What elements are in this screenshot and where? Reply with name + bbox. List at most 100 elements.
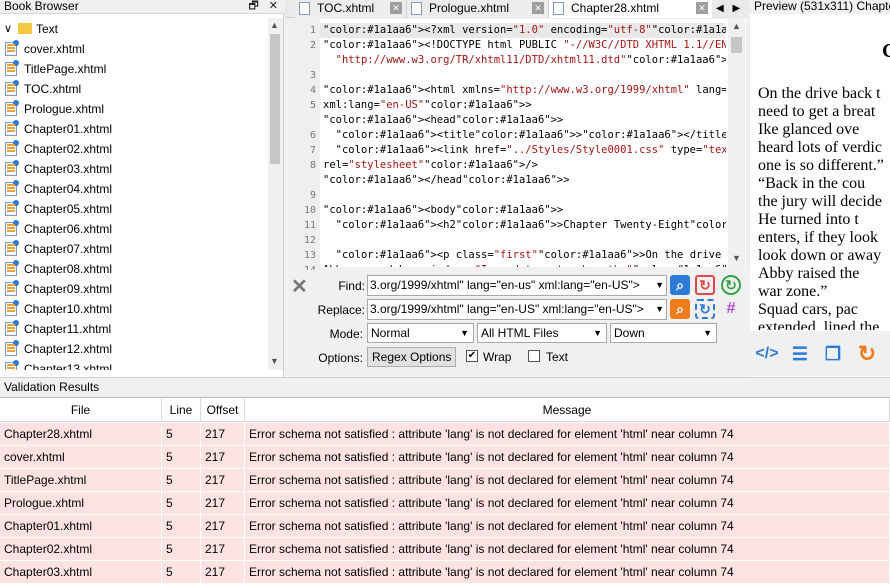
cell-offset: 217 [201,492,245,515]
code-text[interactable]: "color:#1a1aa6"><?xml version="1.0" enco… [294,23,726,267]
code-line[interactable]: rel="stylesheet""color:#1a1aa6">/> [323,158,538,173]
validation-row[interactable]: Chapter28.xhtml 5 217 Error schema not sati… [0,423,890,446]
cell-message: Error schema not satisfied : attribute '… [245,469,890,492]
code-line[interactable]: xml:lang="en-US""color:#1a1aa6">> [323,98,532,113]
tree-file-item[interactable]: Chapter08.xhtml [5,259,112,279]
refresh-icon[interactable]: ↻ [854,341,880,367]
scroll-down-icon[interactable]: ▼ [732,253,741,263]
replace-input[interactable]: 3.org/1999/xhtml" lang="en-US" xml:lang=… [367,299,667,320]
validation-row[interactable]: Chapter01.xhtml 5 217 Error schema not sati… [0,515,890,538]
tab-toc[interactable]: TOC.xhtml ✕ [295,0,407,18]
tree-file-item[interactable]: Chapter13.xhtml [5,359,112,370]
code-line[interactable]: "color:#1a1aa6"><link href="../Styles/St… [323,143,726,158]
tab-next-icon[interactable]: ▶ [732,3,740,14]
tree-file-item[interactable]: Chapter06.xhtml [5,219,112,239]
code-line[interactable]: "color:#1a1aa6"><!DOCTYPE html PUBLIC "-… [323,38,726,53]
code-line[interactable]: Abby opened her window. "I need to get a… [323,263,726,267]
close-find-icon[interactable]: ✕ [291,274,308,299]
mode-value: Normal [371,326,410,340]
close-tab-icon[interactable]: ✕ [532,2,544,14]
preview-text-line: extended, lined the [758,319,880,330]
validation-row[interactable]: cover.xhtml 5 217 Error schema not satisfie… [0,446,890,469]
tree-file-item[interactable]: Prologue.xhtml [5,99,104,119]
code-line[interactable]: "color:#1a1aa6"><p class="first""color:#… [323,248,726,263]
tree-file-item[interactable]: Chapter04.xhtml [5,179,112,199]
replace-current-icon[interactable]: ↻ [695,299,715,319]
scroll-down-icon[interactable]: ▼ [270,356,279,366]
editor-tab-bar: TOC.xhtml ✕ Prologue.xhtml ✕ Chapter28.x… [285,0,749,18]
text-checkbox[interactable] [528,350,540,362]
code-line[interactable]: "color:#1a1aa6"><head"color:#1a1aa6">> [323,113,563,128]
tree-file-item[interactable]: Chapter10.xhtml [5,299,112,319]
code-line[interactable]: "color:#1a1aa6"></head"color:#1a1aa6">> [323,173,570,188]
chevron-down-icon[interactable]: ▼ [655,300,664,319]
xhtml-file-icon [5,40,19,56]
column-header-file[interactable]: File [0,398,162,422]
tree-file-item[interactable]: Chapter02.xhtml [5,139,112,159]
count-icon[interactable]: ⌕ [670,299,690,319]
chevron-down-icon[interactable]: ▼ [655,276,664,295]
code-line[interactable]: "color:#1a1aa6"><?xml version="1.0" enco… [323,23,726,38]
column-header-offset[interactable]: Offset [201,398,245,422]
xhtml-file-icon [5,320,19,336]
cell-file: cover.xhtml [0,446,162,469]
tree-file-item[interactable]: Chapter01.xhtml [5,119,112,139]
validation-row[interactable]: Prologue.xhtml 5 217 Error schema not satis… [0,492,890,515]
close-tab-icon[interactable]: ✕ [696,2,708,14]
scroll-up-icon[interactable]: ▲ [732,21,741,31]
preview-text-line: On the drive back t [758,85,881,102]
replace-input-value: 3.org/1999/xhtml" lang="en-US" xml:lang=… [370,302,644,316]
preview-content[interactable]: C On the drive back t need to get a breat… [750,14,890,330]
preview-text-line: Ike glanced ove [758,121,860,138]
scroll-up-icon[interactable]: ▲ [270,20,279,30]
tree-file-item[interactable]: Chapter12.xhtml [5,339,112,359]
chevron-down-icon[interactable]: ∨ [4,19,12,39]
code-view-icon[interactable]: </> [754,341,780,367]
mode-select[interactable]: Normal ▼ [367,323,474,343]
close-tab-icon[interactable]: ✕ [390,2,402,14]
scope-select[interactable]: All HTML Files ▼ [477,323,607,343]
validation-row[interactable]: TitlePage.xhtml 5 217 Error schema not sati… [0,469,890,492]
inspect-icon[interactable]: ☰ [787,341,813,367]
cell-file: Prologue.xhtml [0,492,162,515]
close-panel-icon[interactable]: ✕ [269,0,278,12]
direction-select[interactable]: Down ▼ [610,323,717,343]
code-line[interactable]: "color:#1a1aa6"><title"color:#1a1aa6">>"… [323,128,726,143]
replace-all-icon[interactable]: ↻ [721,275,741,295]
column-header-message[interactable]: Message [245,398,890,422]
float-panel-icon[interactable]: 🗗 [248,0,258,12]
copy-icon[interactable]: ❐ [820,341,846,367]
tree-file-item[interactable]: TOC.xhtml [5,79,81,99]
replace-icon[interactable]: ↻ [695,275,715,295]
validation-row[interactable]: Chapter03.xhtml 5 217 Error schema not sati… [0,561,890,584]
tree-file-item[interactable]: cover.xhtml [5,39,85,59]
tab-chapter28[interactable]: Chapter28.xhtml ✕ [549,0,713,18]
tree-file-item[interactable]: Chapter11.xhtml [5,319,111,339]
code-line[interactable]: "color:#1a1aa6"><body"color:#1a1aa6">> [323,203,563,218]
cell-offset: 217 [201,469,245,492]
regex-hash-icon[interactable]: # [721,299,741,319]
column-header-line[interactable]: Line [162,398,201,422]
tree-file-item[interactable]: Chapter03.xhtml [5,159,112,179]
regex-options-button[interactable]: Regex Options [367,347,457,367]
find-input[interactable]: 3.org/1999/xhtml" lang="en-us" xml:lang=… [367,275,667,296]
wrap-checkbox[interactable]: ✔ [466,350,478,362]
tree-file-item[interactable]: Chapter05.xhtml [5,199,112,219]
scrollbar-thumb[interactable] [731,37,742,53]
tab-prev-icon[interactable]: ◀ [716,3,724,14]
tree-file-item[interactable]: Chapter09.xhtml [5,279,112,299]
tree-scrollbar[interactable]: ▲ ▼ [268,18,283,370]
find-icon[interactable]: ⌕ [670,275,690,295]
code-line[interactable]: "http://www.w3.org/TR/xhtml11/DTD/xhtml1… [323,53,726,68]
xhtml-file-icon [5,60,19,76]
xhtml-file-icon [5,120,19,136]
tree-file-item[interactable]: TitlePage.xhtml [5,59,106,79]
tab-prologue[interactable]: Prologue.xhtml ✕ [407,0,549,18]
code-line[interactable]: "color:#1a1aa6"><html xmlns="http://www.… [323,83,726,98]
editor-scrollbar[interactable]: ▲ ▼ [728,19,745,267]
validation-row[interactable]: Chapter02.xhtml 5 217 Error schema not sati… [0,538,890,561]
xhtml-file-icon [553,2,564,15]
code-line[interactable]: "color:#1a1aa6"><h2"color:#1a1aa6">>Chap… [323,218,726,233]
tree-file-item[interactable]: Chapter07.xhtml [5,239,112,259]
scrollbar-thumb[interactable] [270,34,280,164]
